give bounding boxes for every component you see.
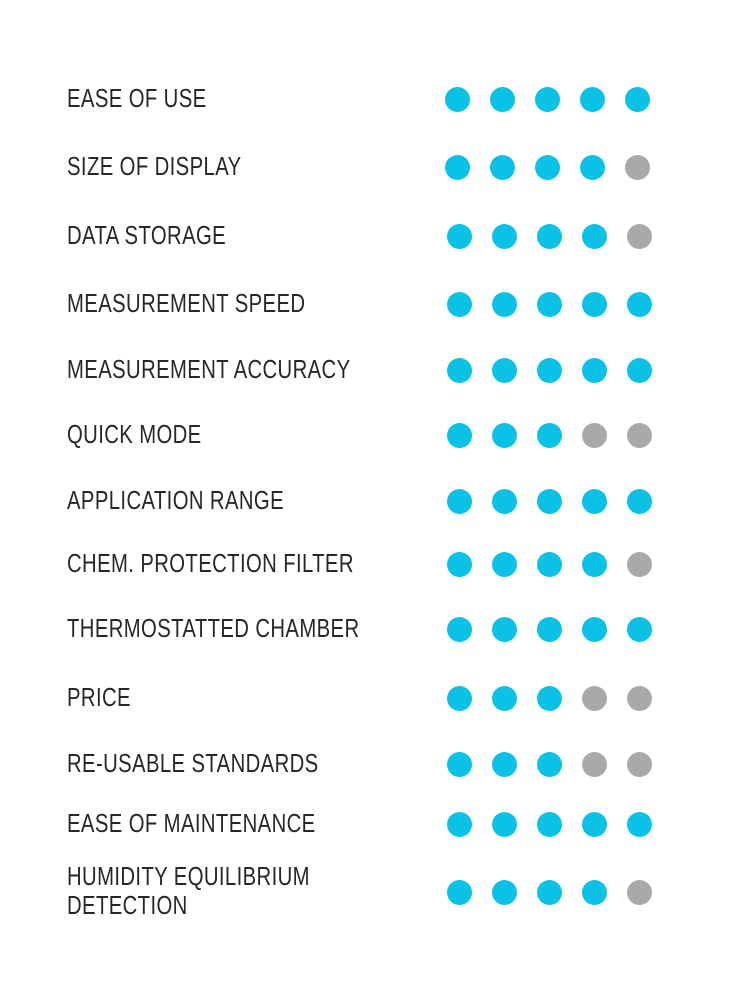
rating-dot-filled <box>582 617 607 642</box>
rating-dot-filled <box>537 686 562 711</box>
rating-dot-filled <box>537 423 562 448</box>
rating-label: MEASUREMENT ACCURACY <box>67 353 351 384</box>
rating-label-line: SIZE OF DISPLAY <box>67 150 242 181</box>
rating-dot-empty <box>625 155 650 180</box>
rating-dot-filled <box>492 812 517 837</box>
rating-dot-filled <box>625 87 650 112</box>
rating-label-line: EASE OF USE <box>67 82 207 113</box>
rating-dot-filled <box>537 617 562 642</box>
rating-label: MEASUREMENT SPEED <box>67 287 306 318</box>
rating-dot-filled <box>537 812 562 837</box>
rating-label-line: PRICE <box>67 681 131 712</box>
rating-label: THERMOSTATTED CHAMBER <box>67 612 360 643</box>
rating-dot-filled <box>447 292 472 317</box>
rating-label: APPLICATION RANGE <box>67 484 284 515</box>
rating-dot-filled <box>627 812 652 837</box>
rating-label: SIZE OF DISPLAY <box>67 150 242 181</box>
rating-dot-filled <box>535 87 560 112</box>
rating-label-line: RE-USABLE STANDARDS <box>67 747 319 778</box>
rating-dot-filled <box>447 617 472 642</box>
rating-label-line: THERMOSTATTED CHAMBER <box>67 612 360 643</box>
rating-dot-filled <box>582 292 607 317</box>
rating-label: RE-USABLE STANDARDS <box>67 747 319 778</box>
rating-dot-filled <box>447 812 472 837</box>
rating-dot-empty <box>627 686 652 711</box>
rating-label-line: CHEM. PROTECTION FILTER <box>67 547 354 578</box>
rating-dot-filled <box>445 87 470 112</box>
rating-dot-filled <box>537 552 562 577</box>
rating-dot-filled <box>582 552 607 577</box>
rating-dot-filled <box>447 489 472 514</box>
rating-dot-filled <box>580 155 605 180</box>
rating-dot-filled <box>537 880 562 905</box>
rating-label-line: QUICK MODE <box>67 418 202 449</box>
rating-dot-filled <box>492 423 517 448</box>
rating-label-line: MEASUREMENT ACCURACY <box>67 353 351 384</box>
rating-dot-filled <box>492 686 517 711</box>
rating-dot-filled <box>492 358 517 383</box>
rating-dot-filled <box>627 358 652 383</box>
rating-label-line: EASE OF MAINTENANCE <box>67 807 316 838</box>
rating-dot-empty <box>627 552 652 577</box>
rating-label: QUICK MODE <box>67 418 202 449</box>
rating-dot-filled <box>447 552 472 577</box>
rating-dot-filled <box>492 617 517 642</box>
rating-dot-filled <box>492 489 517 514</box>
rating-dot-filled <box>627 617 652 642</box>
rating-dot-filled <box>582 880 607 905</box>
rating-dot-filled <box>447 752 472 777</box>
rating-dot-filled <box>492 880 517 905</box>
rating-dot-empty <box>627 423 652 448</box>
rating-label-line: HUMIDITY EQUILIBRIUM <box>67 861 310 891</box>
rating-dot-filled <box>537 489 562 514</box>
rating-dot-filled <box>537 292 562 317</box>
rating-dot-empty <box>582 686 607 711</box>
rating-label: HUMIDITY EQUILIBRIUM DETECTION <box>67 862 310 920</box>
rating-label-line: MEASUREMENT SPEED <box>67 287 306 318</box>
rating-dot-empty <box>582 423 607 448</box>
rating-dot-filled <box>582 224 607 249</box>
rating-dot-filled <box>537 358 562 383</box>
rating-label-line: DETECTION <box>67 890 188 920</box>
rating-dot-filled <box>535 155 560 180</box>
rating-label: CHEM. PROTECTION FILTER <box>67 547 354 578</box>
rating-dot-filled <box>492 752 517 777</box>
rating-label: EASE OF USE <box>67 82 207 113</box>
rating-dot-filled <box>492 224 517 249</box>
rating-dot-filled <box>580 87 605 112</box>
rating-dot-empty <box>627 880 652 905</box>
rating-dot-filled <box>492 292 517 317</box>
rating-dot-filled <box>537 752 562 777</box>
rating-label-line: DATA STORAGE <box>67 219 227 250</box>
rating-dot-filled <box>447 358 472 383</box>
rating-dot-filled <box>537 224 562 249</box>
rating-dot-filled <box>582 812 607 837</box>
rating-label: DATA STORAGE <box>67 219 227 250</box>
rating-dot-filled <box>582 358 607 383</box>
rating-dot-filled <box>492 552 517 577</box>
rating-dot-filled <box>582 489 607 514</box>
rating-dot-filled <box>445 155 470 180</box>
rating-dot-filled <box>627 489 652 514</box>
rating-dot-filled <box>490 155 515 180</box>
rating-label: PRICE <box>67 681 131 712</box>
rating-dot-empty <box>627 224 652 249</box>
rating-dot-filled <box>490 87 515 112</box>
rating-label-line: APPLICATION RANGE <box>67 484 284 515</box>
rating-dot-filled <box>447 686 472 711</box>
rating-dot-filled <box>447 423 472 448</box>
rating-dot-filled <box>627 292 652 317</box>
rating-dot-empty <box>627 752 652 777</box>
rating-dot-empty <box>582 752 607 777</box>
rating-dot-filled <box>447 880 472 905</box>
rating-label: EASE OF MAINTENANCE <box>67 807 316 838</box>
rating-dot-filled <box>447 224 472 249</box>
